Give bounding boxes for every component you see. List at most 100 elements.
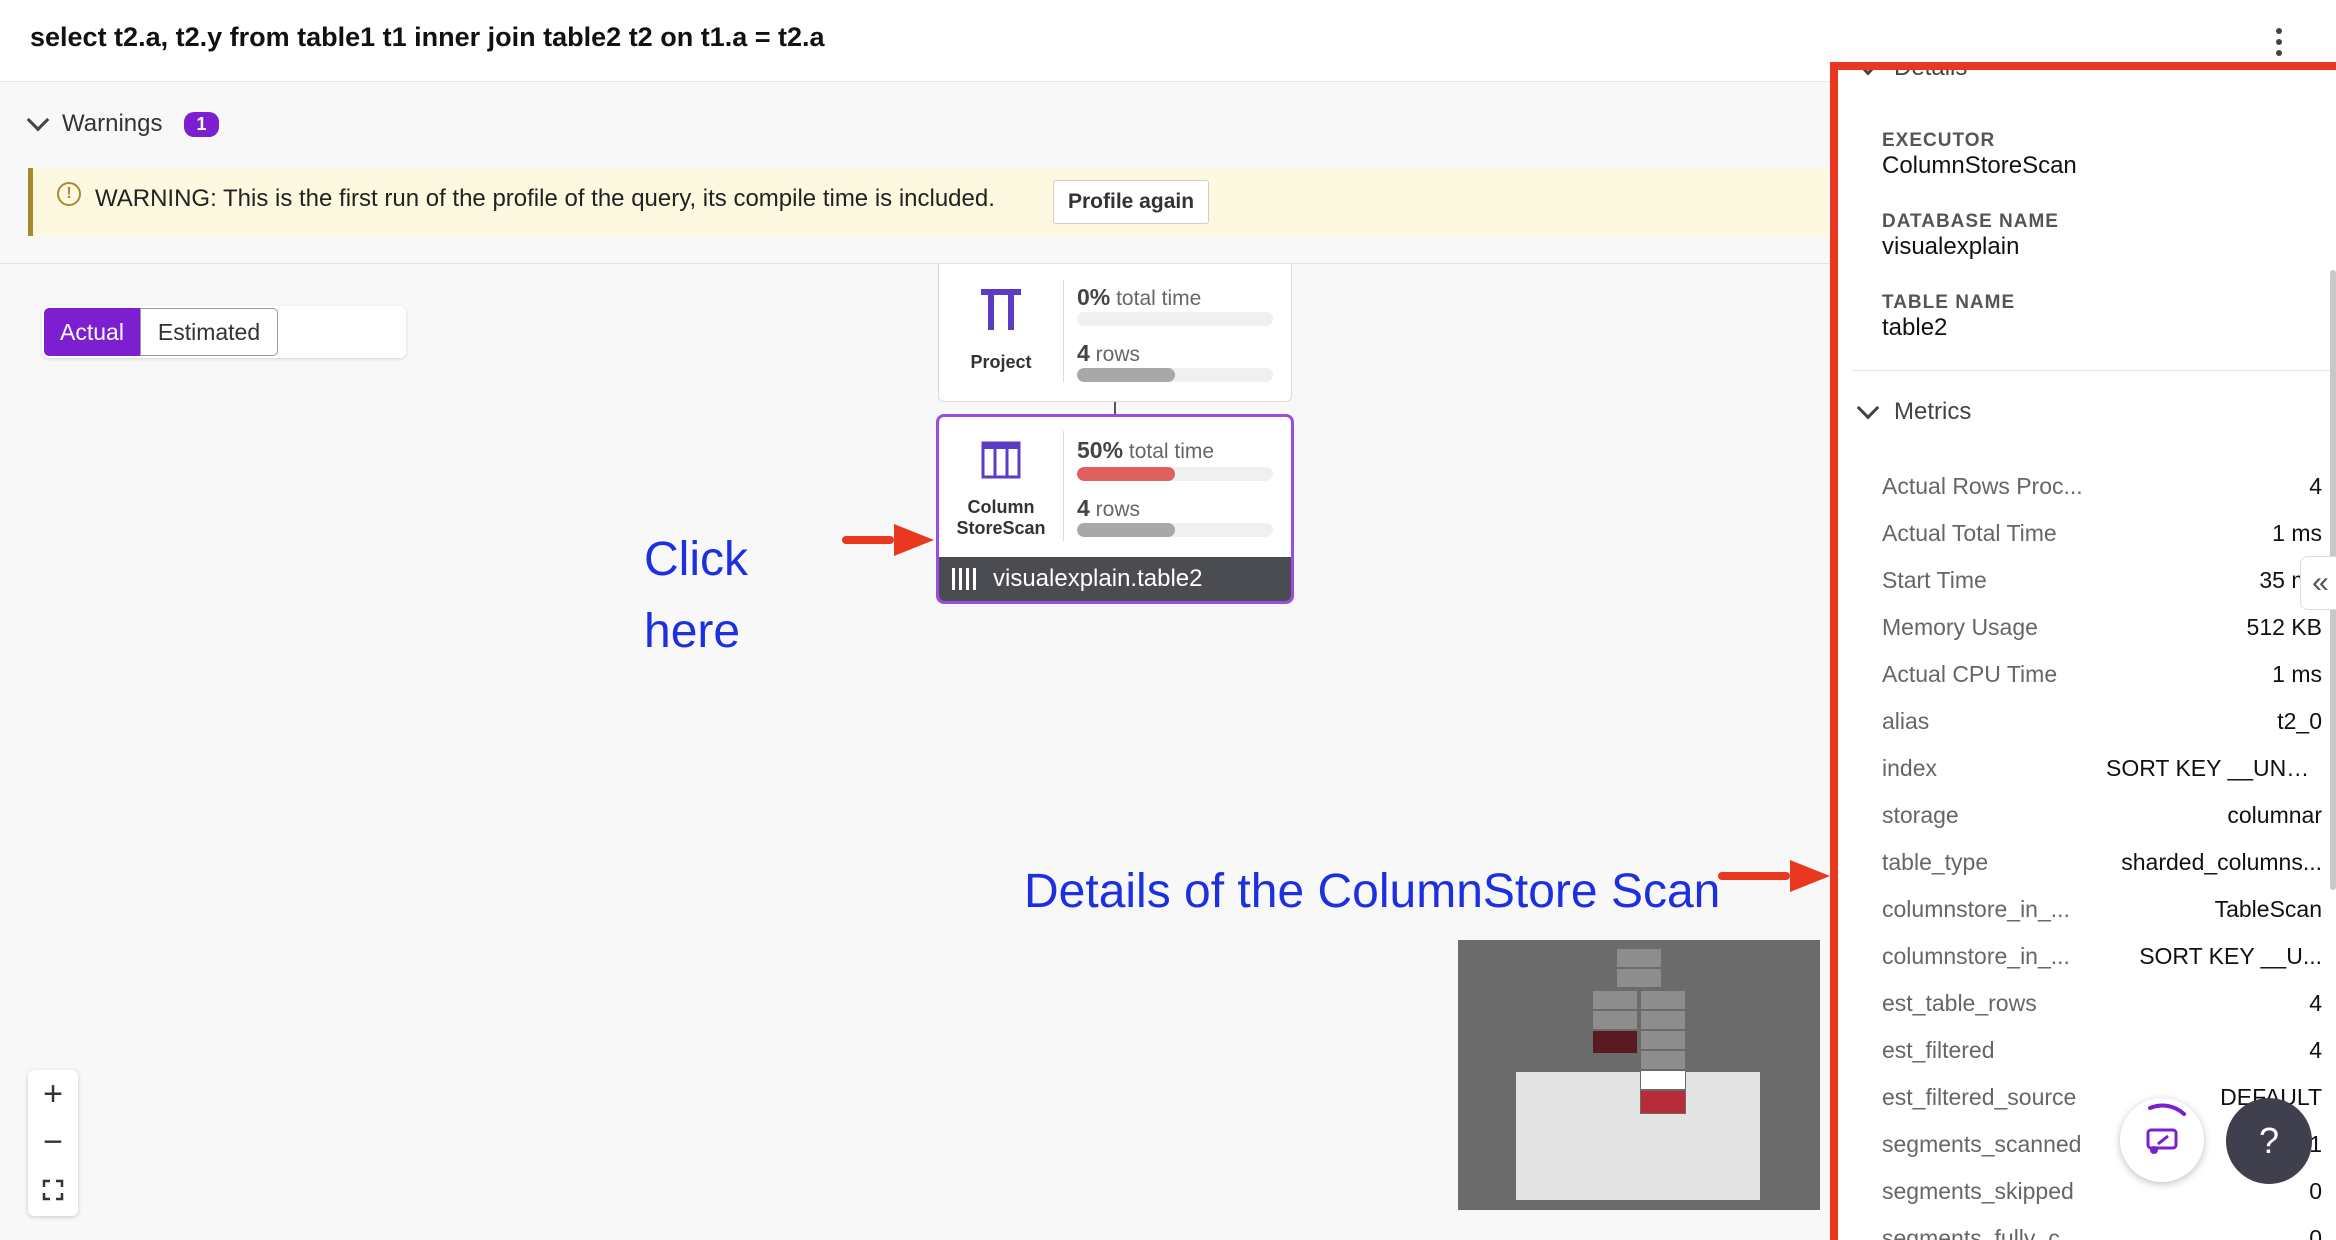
metric-value: 4 [2309,472,2322,499]
annotation-arrow-click [842,524,934,556]
metric-row: Memory Usage 512 KB [1882,607,2322,647]
rows-bar-fill [1077,523,1175,537]
fit-view-button[interactable] [28,1166,78,1214]
metric-key: est_table_rows [1882,989,2037,1016]
assistant-button[interactable] [2120,1098,2204,1182]
plan-node-project[interactable]: Project 0% total time 4 rows [938,264,1292,402]
detail-value: table2 [1882,314,1948,341]
warning-banner: ! WARNING: This is the first run of the … [28,168,1828,236]
warnings-count-badge: 1 [184,111,219,137]
detail-value: visualexplain [1882,233,2020,260]
mode-toggle: Actual Estimated [42,306,406,358]
minimap-viewport[interactable] [1516,1072,1760,1200]
node-divider [1063,431,1064,541]
metric-key: alias [1882,707,1930,734]
chevron-down-icon [1856,396,1880,420]
metric-row: segments_fully_c... 0 [1882,1218,2322,1240]
metric-row: alias t2_0 [1882,701,2322,741]
double-chevron-left-icon[interactable]: « [2300,556,2336,610]
details-section-toggle[interactable]: Details [1856,62,1968,82]
columnstore-icon [981,441,1021,479]
warnings-toggle[interactable]: Warnings 1 [26,108,219,138]
metric-row: Actual Total Time 1 ms [1882,513,2322,553]
minimap[interactable] [1458,940,1820,1210]
panel-divider [1852,370,2336,371]
metric-value: columnar [2227,801,2322,828]
node-table-footer: visualexplain.table2 [939,557,1291,601]
metric-key: index [1882,754,1937,781]
rows-bar [1077,523,1273,537]
metric-row: est_table_rows 4 [1882,983,2322,1023]
time-percent: 0% [1077,284,1111,310]
time-stat: 50% total time [1077,437,1214,464]
profile-again-button[interactable]: Profile again [1053,180,1210,224]
rows-bar [1077,368,1273,382]
metric-value: t2_0 [2277,707,2322,734]
plan-edge [1114,402,1116,414]
metric-key: segments_scanned [1882,1130,2082,1157]
time-bar [1077,312,1273,326]
detail-key: TABLE NAME [1882,292,2016,313]
pi-icon [981,289,1021,330]
metric-row: Start Time 35 ms [1882,560,2322,600]
help-icon: ? [2258,1120,2280,1161]
chevron-down-icon [1856,70,1880,76]
metric-key: Memory Usage [1882,613,2038,640]
metric-value: TableScan [2214,895,2322,922]
metric-key: Actual Total Time [1882,519,2057,546]
node-name: Project [970,352,1032,372]
time-label: total time [1128,440,1215,463]
metric-row: columnstore_in_... SORT KEY __U... [1882,936,2322,976]
metric-value: 4 [2309,1036,2322,1063]
time-bar [1077,467,1273,481]
details-panel: Details EXECUTOR ColumnStoreScan DATABASE … [1830,62,2336,1240]
detail-key: DATABASE NAME [1882,211,2059,232]
node-divider [1063,280,1064,382]
metric-row: est_filtered 4 [1882,1030,2322,1070]
detail-key: EXECUTOR [1882,130,1996,151]
metric-value: 4 [2309,989,2322,1016]
metric-key: est_filtered [1882,1036,1995,1063]
zoom-out-button[interactable]: − [28,1118,78,1166]
rows-stat: 4 rows [1077,340,1140,367]
metric-value: 1 ms [2272,660,2322,687]
estimated-button[interactable]: Estimated [140,308,278,356]
plan-node-columnstorescan[interactable]: Column StoreScan 50% total time 4 rows v… [936,414,1294,604]
metric-key: columnstore_in_... [1882,942,2070,969]
zoom-controls: + − [28,1070,78,1216]
rows-label: rows [1095,343,1140,366]
metrics-section-toggle[interactable]: Metrics [1856,396,1971,426]
metric-value: 512 KB [2246,613,2322,640]
metric-row: columnstore_in_... TableScan [1882,889,2322,929]
metric-row: storage columnar [1882,795,2322,835]
actual-button[interactable]: Actual [44,308,140,356]
metric-value: SORT KEY __U... [2139,942,2322,969]
details-section-title: Details [1894,62,1968,81]
more-vert-icon[interactable] [2262,22,2296,62]
time-label: total time [1116,287,1202,310]
metric-row: Actual Rows Proc... 4 [1882,466,2322,506]
rows-label: rows [1095,498,1140,521]
warning-circle-icon: ! [57,182,81,206]
time-bar-fill [1077,467,1175,481]
rows-bar-fill [1077,368,1175,382]
metric-value: 0 [2309,1177,2322,1204]
fullscreen-icon [42,1179,64,1201]
help-button[interactable]: ? [2226,1098,2312,1184]
zoom-in-button[interactable]: + [28,1070,78,1118]
warning-message: WARNING: This is the first run of the pr… [95,185,995,212]
metric-key: Start Time [1882,566,1987,593]
node-name: Column StoreScan [956,497,1046,538]
chevron-down-icon [26,108,50,132]
metric-key: table_type [1882,848,1989,875]
metric-key: Actual CPU Time [1882,660,2058,687]
columnstore-icon [952,568,976,590]
annotation-click-here: Click here [644,533,748,658]
time-percent: 50% [1077,437,1124,463]
time-stat: 0% total time [1077,284,1201,311]
metric-value: 0 [2309,1224,2322,1240]
metric-row: Actual CPU Time 1 ms [1882,654,2322,694]
rows-count: 4 [1077,495,1090,521]
metric-key: storage [1882,801,1959,828]
metric-key: Actual Rows Proc... [1882,472,2083,499]
